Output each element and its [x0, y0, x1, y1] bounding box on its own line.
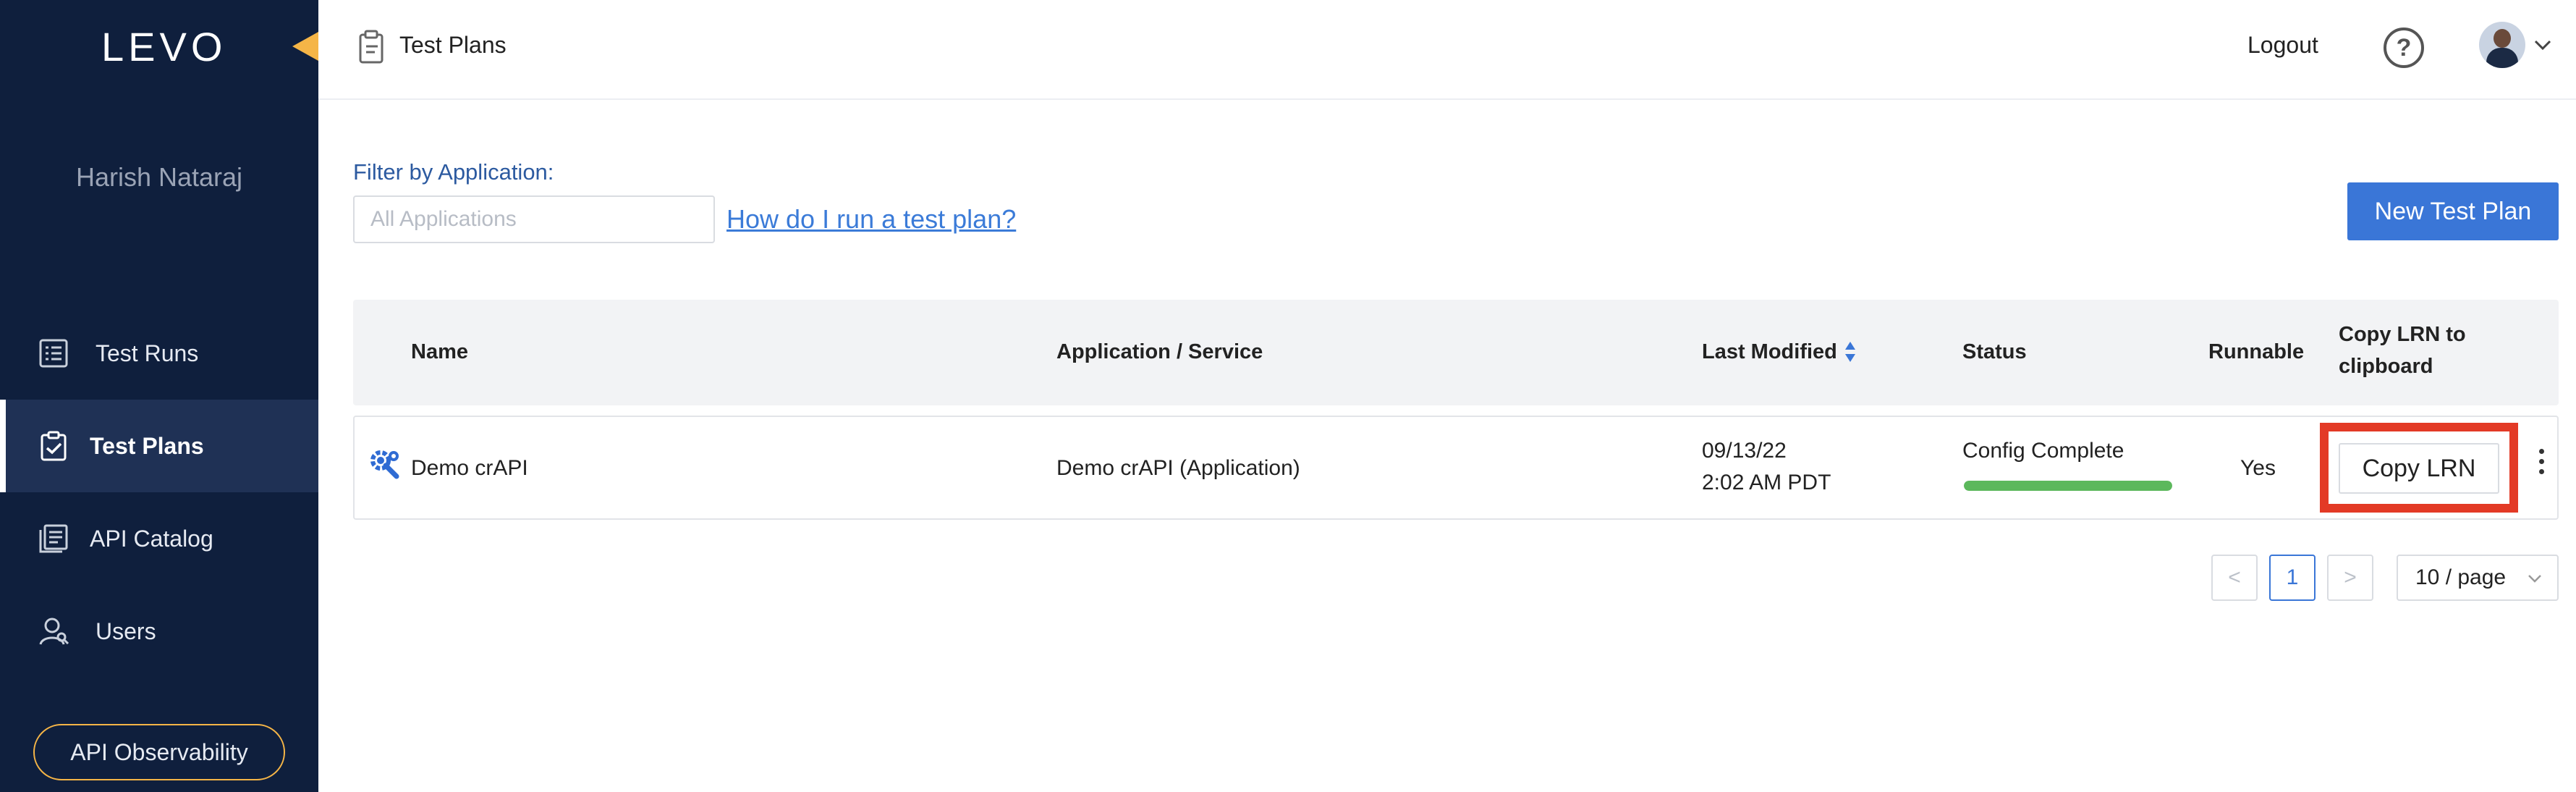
- column-header-copy-lrn: Copy LRN to: [2339, 323, 2466, 346]
- row-name[interactable]: Demo crAPI: [411, 456, 528, 481]
- list-icon: [39, 339, 68, 368]
- filter-label: Filter by Application:: [353, 159, 554, 185]
- more-options-icon[interactable]: [2533, 449, 2550, 482]
- user-name: Harish Nataraj: [75, 162, 243, 192]
- sidebar-item-label: Test Runs: [96, 340, 199, 366]
- help-icon[interactable]: ?: [2384, 28, 2424, 68]
- sidebar-item-label: API Catalog: [90, 525, 213, 552]
- row-runnable: Yes: [2240, 456, 2276, 480]
- sidebar-item-label: Test Plans: [90, 432, 204, 459]
- help-icon-glyph: ?: [2396, 33, 2412, 62]
- column-header-name: Name: [411, 340, 468, 363]
- status-progress-bar: [1964, 481, 2172, 491]
- api-observability-button[interactable]: API Observability: [33, 724, 285, 780]
- chevron-down-icon: [2528, 575, 2541, 583]
- sidebar-item-test-runs[interactable]: Test Runs: [0, 307, 318, 400]
- clipboard-icon: [359, 30, 384, 64]
- row-time: 2:02 AM PDT: [1702, 471, 1831, 494]
- top-header: Test Plans Logout ?: [318, 0, 2576, 100]
- sidebar-item-label: Users: [96, 618, 156, 644]
- logout-link[interactable]: Logout: [2247, 32, 2318, 59]
- page-size-select[interactable]: 10 / page: [2397, 555, 2559, 601]
- users-icon: [39, 618, 69, 645]
- row-status: Config Complete: [1962, 439, 2124, 463]
- sidebar: LEVO Harish Nataraj Test Runs Test Plans: [0, 0, 318, 792]
- status-progress-fill: [1964, 481, 2172, 491]
- row-date: 09/13/22: [1702, 439, 1787, 463]
- avatar-body: [2486, 48, 2518, 68]
- copy-lrn-button[interactable]: Copy LRN: [2339, 443, 2499, 494]
- row-application: Demo crAPI (Application): [1056, 456, 1300, 480]
- pagination-page-1[interactable]: 1: [2269, 555, 2316, 601]
- page-size-label: 10 / page: [2415, 565, 2507, 589]
- column-header-status: Status: [1962, 340, 2027, 363]
- avatar[interactable]: [2479, 22, 2525, 68]
- application-filter-input[interactable]: [353, 195, 715, 243]
- pagination-next-button[interactable]: >: [2327, 555, 2373, 601]
- column-header-copy-lrn-line2: clipboard: [2339, 355, 2433, 378]
- run-test-plan-help-link[interactable]: How do I run a test plan?: [726, 204, 1016, 235]
- column-header-application: Application / Service: [1056, 340, 1263, 363]
- column-header-runnable: Runnable: [2208, 340, 2305, 363]
- table-header: Name Application / Service Last Modified…: [353, 300, 2559, 405]
- table-row[interactable]: Demo crAPI Demo crAPI (Application) 09/1…: [353, 416, 2559, 520]
- sidebar-item-users[interactable]: Users: [0, 585, 318, 678]
- column-header-last-modified[interactable]: Last Modified: [1702, 340, 1837, 364]
- levo-logo[interactable]: LEVO: [101, 23, 226, 70]
- sort-icon[interactable]: [1844, 340, 1857, 363]
- sidebar-item-test-plans[interactable]: Test Plans: [0, 400, 318, 492]
- pagination-prev-button[interactable]: <: [2211, 555, 2258, 601]
- clipboard-check-icon: [41, 431, 67, 461]
- sidebar-item-api-catalog[interactable]: API Catalog: [0, 492, 318, 585]
- sidebar-collapse-tab[interactable]: [292, 32, 318, 61]
- chevron-down-icon[interactable]: [2533, 35, 2553, 55]
- wrench-gear-icon: [370, 450, 399, 479]
- page-title: Test Plans: [399, 32, 507, 58]
- catalog-icon: [39, 524, 68, 553]
- new-test-plan-button[interactable]: New Test Plan: [2347, 182, 2559, 240]
- avatar-head: [2494, 29, 2511, 48]
